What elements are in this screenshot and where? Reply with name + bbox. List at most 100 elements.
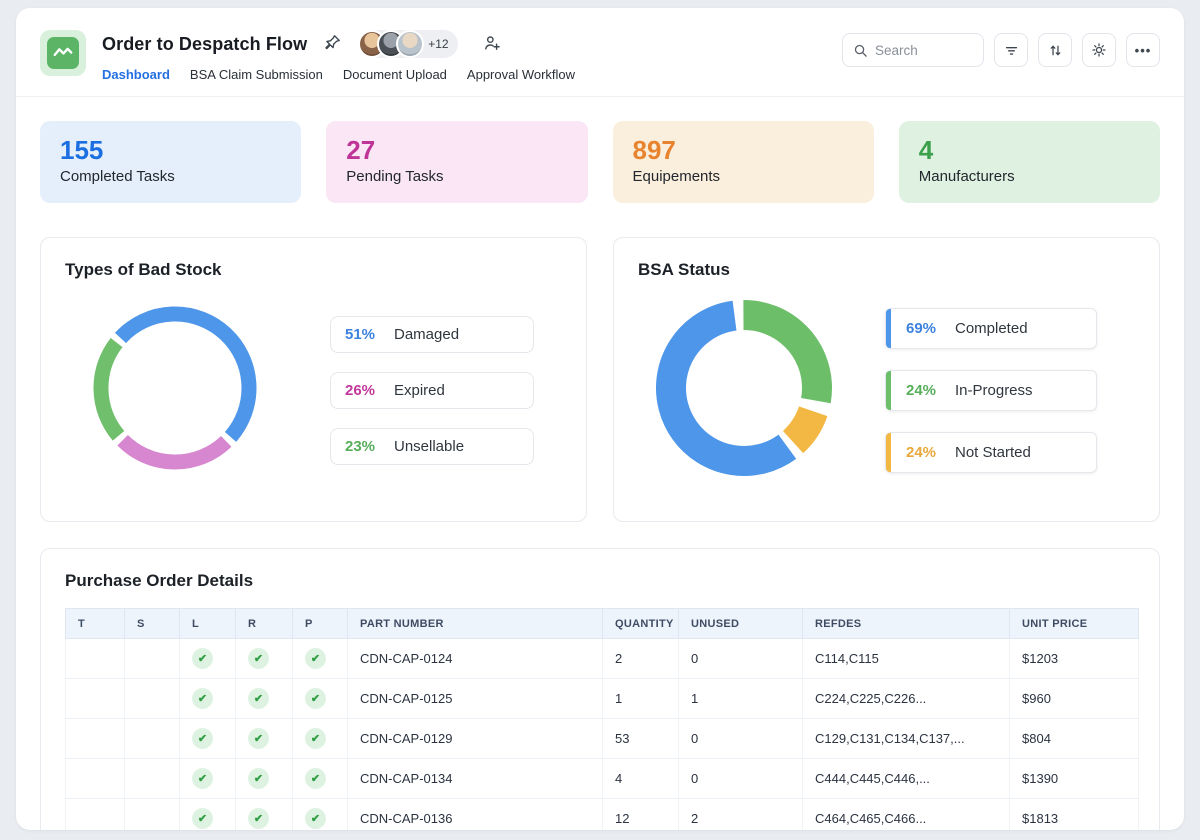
legend-item-expired: 26% Expired	[330, 372, 534, 409]
ellipsis-icon: •••	[1135, 43, 1152, 58]
stat-value: 155	[60, 134, 281, 167]
table-cell: CDN-CAP-0124	[348, 639, 603, 679]
legend-pct: 51%	[345, 326, 381, 343]
stat-value: 4	[919, 134, 1140, 167]
table-cell: C464,C465,C466...	[803, 799, 1010, 831]
table-row[interactable]: ✔✔✔CDN-CAP-0129530C129,C131,C134,C137,..…	[66, 719, 1139, 759]
flag-cell	[66, 679, 125, 719]
bad-stock-donut-chart	[91, 304, 259, 477]
legend-color-bar	[886, 433, 891, 472]
flag-cell: ✔	[236, 639, 293, 679]
chart-line-icon	[47, 37, 79, 69]
check-icon: ✔	[192, 808, 213, 829]
table-cell: 53	[603, 719, 679, 759]
column-header-refdes: REFDES	[803, 609, 1010, 639]
table-cell: CDN-CAP-0129	[348, 719, 603, 759]
flag-cell: ✔	[180, 639, 236, 679]
table-row[interactable]: ✔✔✔CDN-CAP-0136122C464,C465,C466...$1813	[66, 799, 1139, 831]
stat-label: Pending Tasks	[346, 168, 567, 185]
flag-cell: ✔	[236, 799, 293, 831]
bsa-status-card: BSA Status 69% Completed	[613, 237, 1160, 522]
flag-cell: ✔	[180, 719, 236, 759]
more-button[interactable]: •••	[1126, 33, 1160, 67]
app-icon	[40, 30, 86, 76]
check-icon: ✔	[305, 768, 326, 789]
add-member-button[interactable]	[480, 31, 504, 58]
table-cell: C114,C115	[803, 639, 1010, 679]
avatar	[396, 30, 424, 58]
check-icon: ✔	[248, 728, 269, 749]
bsa-status-donut-chart	[654, 298, 834, 483]
tab-dashboard[interactable]: Dashboard	[102, 67, 170, 82]
header: Order to Despatch Flow +12	[16, 8, 1184, 97]
legend-item-damaged: 51% Damaged	[330, 316, 534, 353]
check-icon: ✔	[248, 648, 269, 669]
flag-cell	[66, 639, 125, 679]
table-cell: C224,C225,C226...	[803, 679, 1010, 719]
settings-button[interactable]	[1082, 33, 1116, 67]
table-cell: $1813	[1010, 799, 1139, 831]
stat-card-completed-tasks: 155 Completed Tasks	[40, 121, 301, 203]
flag-cell: ✔	[180, 679, 236, 719]
check-icon: ✔	[248, 768, 269, 789]
flag-cell: ✔	[180, 759, 236, 799]
flag-cell	[125, 799, 180, 831]
filter-button[interactable]	[994, 33, 1028, 67]
po-table: TSLRPPART NUMBERQUANTITYUNUSEDREFDESUNIT…	[65, 608, 1139, 830]
legend-label: Completed	[955, 320, 1028, 337]
check-icon: ✔	[248, 688, 269, 709]
flag-cell: ✔	[293, 799, 348, 831]
flag-cell: ✔	[293, 759, 348, 799]
table-cell: 0	[679, 639, 803, 679]
stat-value: 27	[346, 134, 567, 167]
table-cell: $960	[1010, 679, 1139, 719]
tab-bsa-claim-submission[interactable]: BSA Claim Submission	[190, 67, 323, 82]
table-cell: 4	[603, 759, 679, 799]
tab-approval-workflow[interactable]: Approval Workflow	[467, 67, 575, 82]
table-cell: CDN-CAP-0134	[348, 759, 603, 799]
avatar-group[interactable]: +12	[358, 30, 457, 58]
tab-bar: Dashboard BSA Claim Submission Document …	[102, 67, 842, 82]
table-row[interactable]: ✔✔✔CDN-CAP-013440C444,C445,C446,...$1390	[66, 759, 1139, 799]
table-cell: C129,C131,C134,C137,...	[803, 719, 1010, 759]
legend-label: Expired	[394, 382, 445, 399]
table-row[interactable]: ✔✔✔CDN-CAP-012420C114,C115$1203	[66, 639, 1139, 679]
table-cell: 1	[679, 679, 803, 719]
column-header-quantity: QUANTITY	[603, 609, 679, 639]
sort-button[interactable]	[1038, 33, 1072, 67]
table-cell: C444,C445,C446,...	[803, 759, 1010, 799]
bsa-status-legend: 69% Completed 24% In-Progress 24% Not St…	[885, 308, 1097, 473]
check-icon: ✔	[192, 768, 213, 789]
table-cell: $804	[1010, 719, 1139, 759]
search-input[interactable]	[875, 43, 973, 58]
legend-pct: 24%	[906, 444, 942, 461]
chart-title: Types of Bad Stock	[65, 260, 562, 280]
gear-icon	[1090, 41, 1108, 59]
table-cell: CDN-CAP-0136	[348, 799, 603, 831]
table-cell: $1203	[1010, 639, 1139, 679]
search-icon	[853, 43, 868, 58]
pin-button[interactable]	[321, 31, 344, 57]
flag-cell	[66, 719, 125, 759]
avatar-more-count: +12	[428, 37, 448, 51]
column-header-unit-price: UNIT PRICE	[1010, 609, 1139, 639]
page-title: Order to Despatch Flow	[102, 34, 307, 55]
stat-label: Completed Tasks	[60, 168, 281, 185]
table-cell: 0	[679, 719, 803, 759]
column-header-part-number: PART NUMBER	[348, 609, 603, 639]
check-icon: ✔	[248, 808, 269, 829]
flag-cell	[125, 679, 180, 719]
stat-label: Manufacturers	[919, 168, 1140, 185]
legend-pct: 26%	[345, 382, 381, 399]
filter-icon	[1003, 42, 1020, 59]
flag-cell	[66, 759, 125, 799]
legend-color-bar	[886, 371, 891, 410]
column-header-p: P	[293, 609, 348, 639]
flag-cell: ✔	[180, 799, 236, 831]
flag-cell: ✔	[236, 759, 293, 799]
stat-label: Equipements	[633, 168, 854, 185]
check-icon: ✔	[305, 648, 326, 669]
legend-item-not-started: 24% Not Started	[885, 432, 1097, 473]
table-row[interactable]: ✔✔✔CDN-CAP-012511C224,C225,C226...$960	[66, 679, 1139, 719]
tab-document-upload[interactable]: Document Upload	[343, 67, 447, 82]
